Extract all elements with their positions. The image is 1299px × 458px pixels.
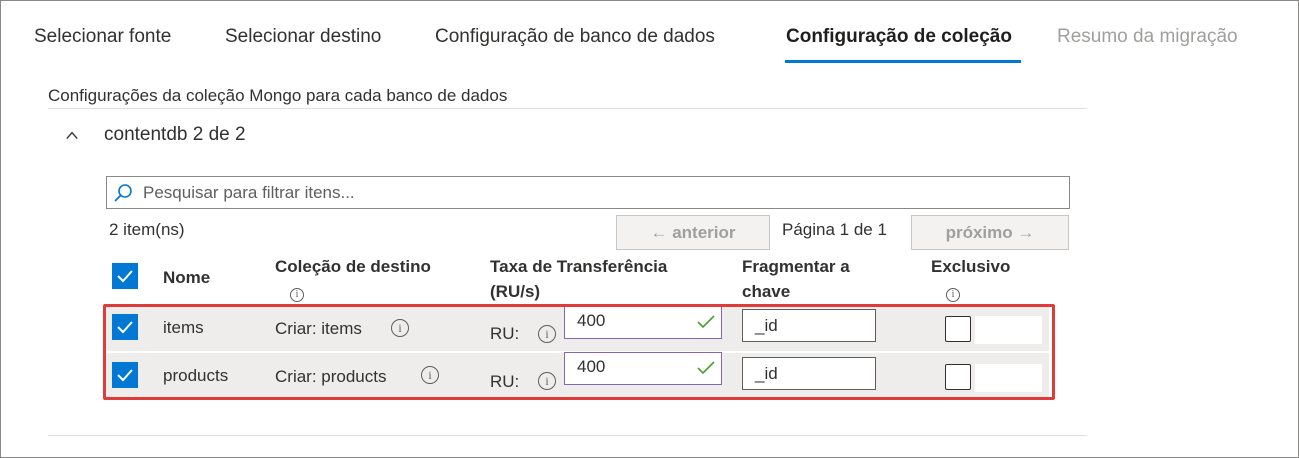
info-icon[interactable]: i (946, 288, 960, 302)
tab-collection-settings[interactable]: Configuração de coleção (786, 26, 1012, 48)
search-input[interactable] (143, 181, 1043, 205)
info-icon[interactable]: i (290, 288, 304, 302)
column-header-unique[interactable]: Exclusivo (931, 254, 1010, 279)
checkmark-icon (117, 270, 133, 283)
active-tab-indicator (785, 60, 1021, 63)
page-info: Página 1 de 1 (782, 220, 887, 239)
column-header-throughput[interactable]: Taxa de Transferência (RU/s) (490, 254, 667, 304)
search-box[interactable] (106, 176, 1070, 209)
highlight-box (103, 304, 1055, 400)
previous-page-button[interactable]: ← anterior (616, 215, 770, 250)
section-title: Configurações da coleção Mongo para cada… (48, 86, 508, 105)
column-header-destination[interactable]: Coleção de destino (275, 254, 431, 279)
throughput-header-line2: (RU/s) (490, 282, 541, 301)
search-icon (114, 184, 132, 202)
shard-header-line2: chave (742, 282, 791, 301)
chevron-up-icon[interactable] (66, 130, 78, 142)
throughput-header-line1: Taxa de Transferência (490, 257, 668, 276)
divider (48, 108, 1087, 109)
tab-select-target[interactable]: Selecionar destino (225, 26, 381, 48)
column-header-shard-key[interactable]: Fragmentar a chave (742, 254, 850, 304)
wizard-tabs: Selecionar fonte Selecionar destino Conf… (0, 0, 1297, 70)
tab-database-settings[interactable]: Configuração de banco de dados (435, 26, 715, 48)
select-all-checkbox[interactable] (112, 263, 138, 289)
next-page-button[interactable]: próximo → (911, 215, 1069, 250)
shard-header-line1: Fragmentar a (742, 257, 850, 276)
tab-migration-summary: Resumo da migração (1057, 26, 1238, 47)
divider (48, 435, 1087, 436)
database-group-title[interactable]: contentdb 2 de 2 (104, 124, 246, 146)
column-header-name[interactable]: Nome (163, 265, 210, 290)
tab-select-source[interactable]: Selecionar fonte (34, 26, 171, 48)
item-count: 2 item(ns) (109, 220, 185, 239)
